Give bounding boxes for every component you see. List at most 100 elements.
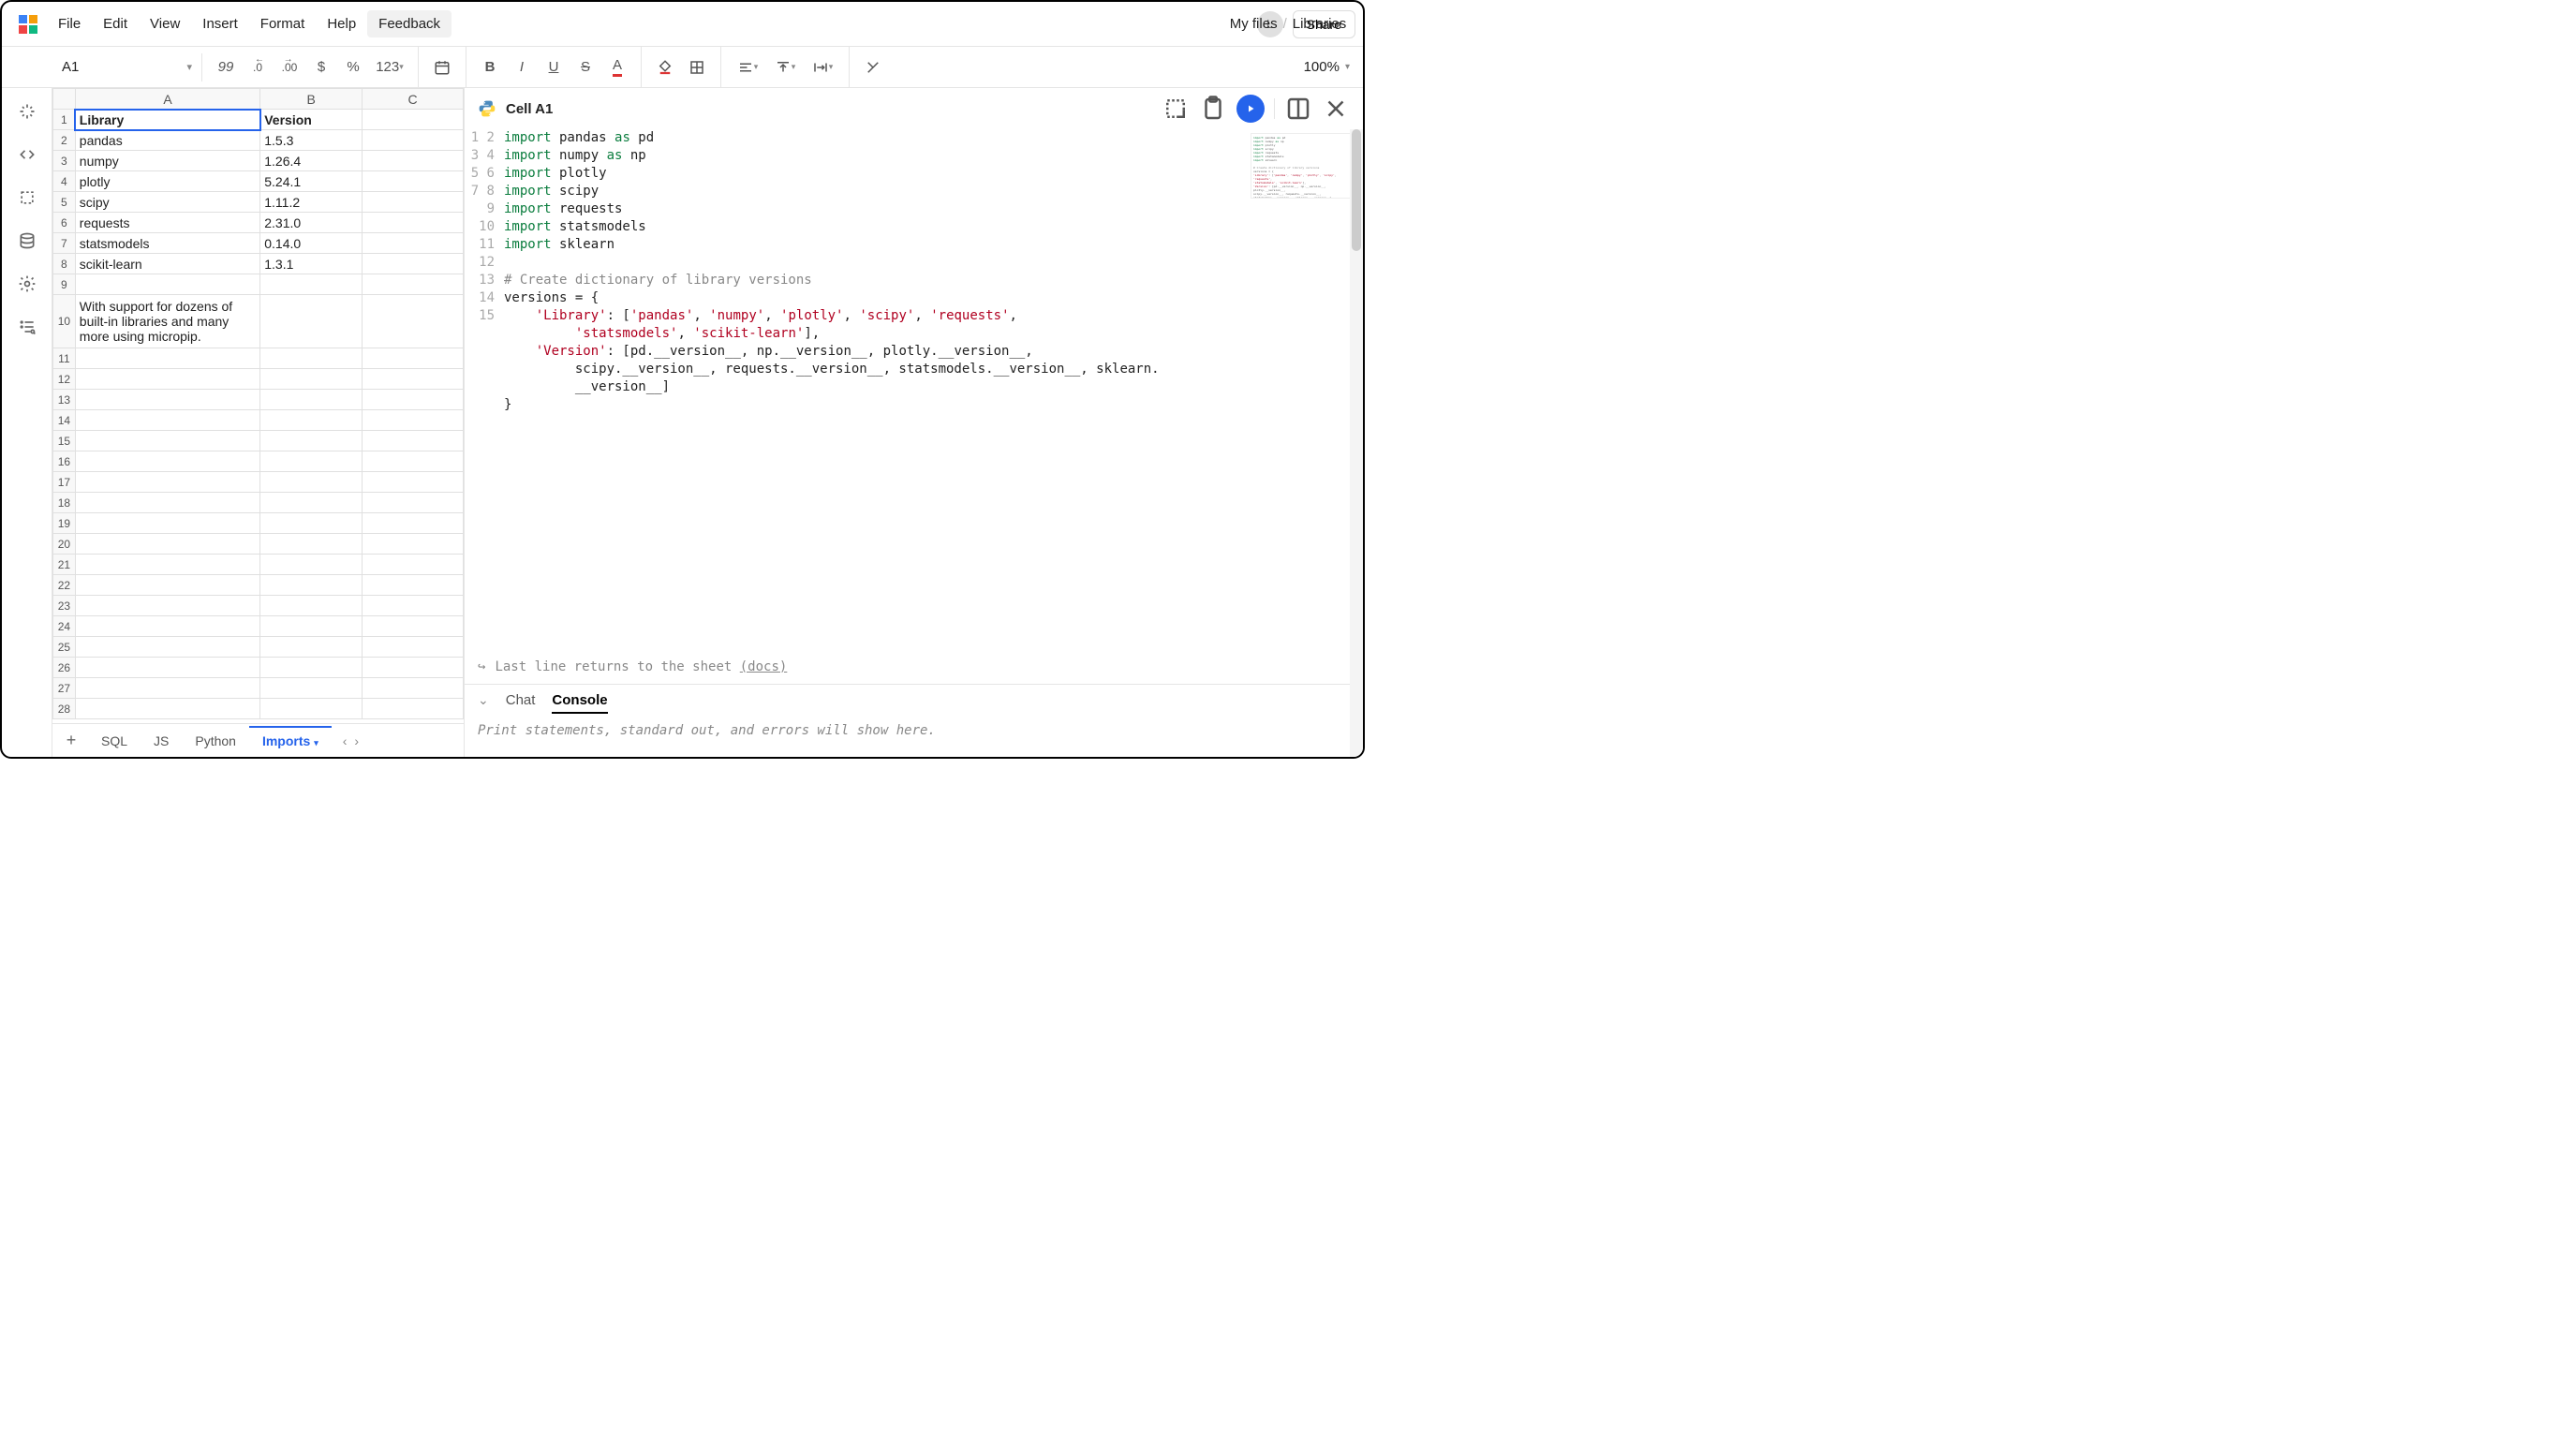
decrease-decimal-button[interactable]: .0←: [242, 52, 274, 83]
sheet-tab-imports[interactable]: Imports ▾: [249, 726, 332, 754]
cell-C2[interactable]: [363, 130, 464, 151]
cell-A28[interactable]: [75, 699, 259, 719]
cell-B13[interactable]: [260, 390, 363, 410]
row-header-18[interactable]: 18: [53, 493, 76, 513]
cell-B14[interactable]: [260, 410, 363, 431]
selection-button[interactable]: [11, 182, 43, 214]
row-header-14[interactable]: 14: [53, 410, 76, 431]
cell-A18[interactable]: [75, 493, 259, 513]
cell-reference-box[interactable]: A1 ▾: [52, 53, 202, 81]
bold-button[interactable]: B: [474, 52, 506, 83]
cell-B1[interactable]: Version: [260, 110, 363, 130]
cell-B10[interactable]: [260, 295, 363, 348]
menu-view[interactable]: View: [139, 10, 191, 37]
bottom-tab-chat[interactable]: Chat: [506, 692, 536, 712]
cell-B27[interactable]: [260, 678, 363, 699]
cell-C21[interactable]: [363, 555, 464, 575]
cell-A19[interactable]: [75, 513, 259, 534]
row-header-16[interactable]: 16: [53, 451, 76, 472]
col-header-A[interactable]: A: [75, 89, 259, 110]
cell-A6[interactable]: requests: [75, 213, 259, 233]
row-header-8[interactable]: 8: [53, 254, 76, 274]
expand-selection-button[interactable]: [1162, 95, 1190, 123]
cell-C26[interactable]: [363, 658, 464, 678]
cell-B3[interactable]: 1.26.4: [260, 151, 363, 171]
scrollbar-thumb[interactable]: [1352, 129, 1361, 251]
breadcrumb-current[interactable]: Libraries: [1293, 16, 1347, 32]
menu-insert[interactable]: Insert: [191, 10, 249, 37]
cell-C13[interactable]: [363, 390, 464, 410]
cell-B25[interactable]: [260, 637, 363, 658]
add-sheet-button[interactable]: +: [58, 731, 84, 750]
sheet-tab-js[interactable]: JS: [141, 728, 182, 754]
row-header-24[interactable]: 24: [53, 616, 76, 637]
cell-C4[interactable]: [363, 171, 464, 192]
cell-B18[interactable]: [260, 493, 363, 513]
sheet-tab-sql[interactable]: SQL: [88, 728, 141, 754]
cell-B23[interactable]: [260, 596, 363, 616]
spreadsheet[interactable]: ABC1LibraryVersion2pandas1.5.33numpy1.26…: [52, 88, 464, 723]
menu-feedback[interactable]: Feedback: [367, 10, 452, 37]
row-header-6[interactable]: 6: [53, 213, 76, 233]
cell-A26[interactable]: [75, 658, 259, 678]
cell-A9[interactable]: [75, 274, 259, 295]
cell-A22[interactable]: [75, 575, 259, 596]
settings-button[interactable]: [11, 268, 43, 300]
cell-C10[interactable]: [363, 295, 464, 348]
text-color-button[interactable]: A: [601, 52, 633, 83]
clipboard-button[interactable]: [1199, 95, 1227, 123]
cell-A17[interactable]: [75, 472, 259, 493]
row-header-1[interactable]: 1: [53, 110, 76, 130]
cell-A23[interactable]: [75, 596, 259, 616]
cell-C6[interactable]: [363, 213, 464, 233]
cell-B26[interactable]: [260, 658, 363, 678]
row-header-7[interactable]: 7: [53, 233, 76, 254]
cell-C23[interactable]: [363, 596, 464, 616]
strikethrough-button[interactable]: S: [570, 52, 601, 83]
cell-B21[interactable]: [260, 555, 363, 575]
cell-B15[interactable]: [260, 431, 363, 451]
cell-C12[interactable]: [363, 369, 464, 390]
run-button[interactable]: [1236, 95, 1265, 123]
cell-C14[interactable]: [363, 410, 464, 431]
row-header-20[interactable]: 20: [53, 534, 76, 555]
zoom-control[interactable]: 100% ▾: [1291, 59, 1363, 75]
col-header-B[interactable]: B: [260, 89, 363, 110]
split-view-button[interactable]: [1284, 95, 1312, 123]
cell-B16[interactable]: [260, 451, 363, 472]
cell-C7[interactable]: [363, 233, 464, 254]
code-button[interactable]: [11, 139, 43, 170]
row-header-28[interactable]: 28: [53, 699, 76, 719]
cell-B28[interactable]: [260, 699, 363, 719]
cell-B17[interactable]: [260, 472, 363, 493]
menu-edit[interactable]: Edit: [92, 10, 139, 37]
cell-B20[interactable]: [260, 534, 363, 555]
row-header-21[interactable]: 21: [53, 555, 76, 575]
code-editor[interactable]: 1 2 3 4 5 6 7 8 9 10 11 12 13 14 15 impo…: [465, 129, 1363, 654]
cell-A8[interactable]: scikit-learn: [75, 254, 259, 274]
row-header-9[interactable]: 9: [53, 274, 76, 295]
cell-A12[interactable]: [75, 369, 259, 390]
cell-C17[interactable]: [363, 472, 464, 493]
row-header-17[interactable]: 17: [53, 472, 76, 493]
cell-A24[interactable]: [75, 616, 259, 637]
cell-A25[interactable]: [75, 637, 259, 658]
cell-B5[interactable]: 1.11.2: [260, 192, 363, 213]
cell-A13[interactable]: [75, 390, 259, 410]
row-header-4[interactable]: 4: [53, 171, 76, 192]
menu-file[interactable]: File: [47, 10, 92, 37]
app-logo[interactable]: [19, 15, 37, 34]
number-format-menu[interactable]: 123 ▾: [369, 52, 410, 83]
row-header-12[interactable]: 12: [53, 369, 76, 390]
row-header-13[interactable]: 13: [53, 390, 76, 410]
prev-tab-button[interactable]: ‹: [343, 733, 348, 748]
row-header-26[interactable]: 26: [53, 658, 76, 678]
cell-C11[interactable]: [363, 348, 464, 369]
increase-decimal-button[interactable]: .00→: [274, 52, 305, 83]
cell-C24[interactable]: [363, 616, 464, 637]
menu-help[interactable]: Help: [316, 10, 367, 37]
cell-A15[interactable]: [75, 431, 259, 451]
sheet-tab-python[interactable]: Python: [182, 728, 249, 754]
row-header-19[interactable]: 19: [53, 513, 76, 534]
cell-B12[interactable]: [260, 369, 363, 390]
